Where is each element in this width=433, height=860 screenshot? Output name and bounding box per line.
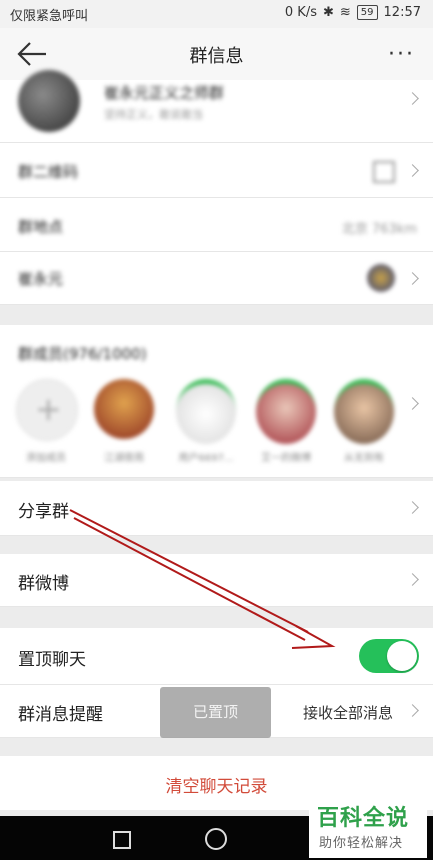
watermark-logo: 百科全说 助你轻松解决 [309,798,427,858]
home-icon[interactable] [205,828,227,850]
annotation-arrow-icon [69,509,336,649]
watermark-title: 百科全说 [317,806,410,831]
watermark-subtitle: 助你轻松解决 [319,836,404,851]
recent-apps-icon[interactable] [113,831,131,849]
